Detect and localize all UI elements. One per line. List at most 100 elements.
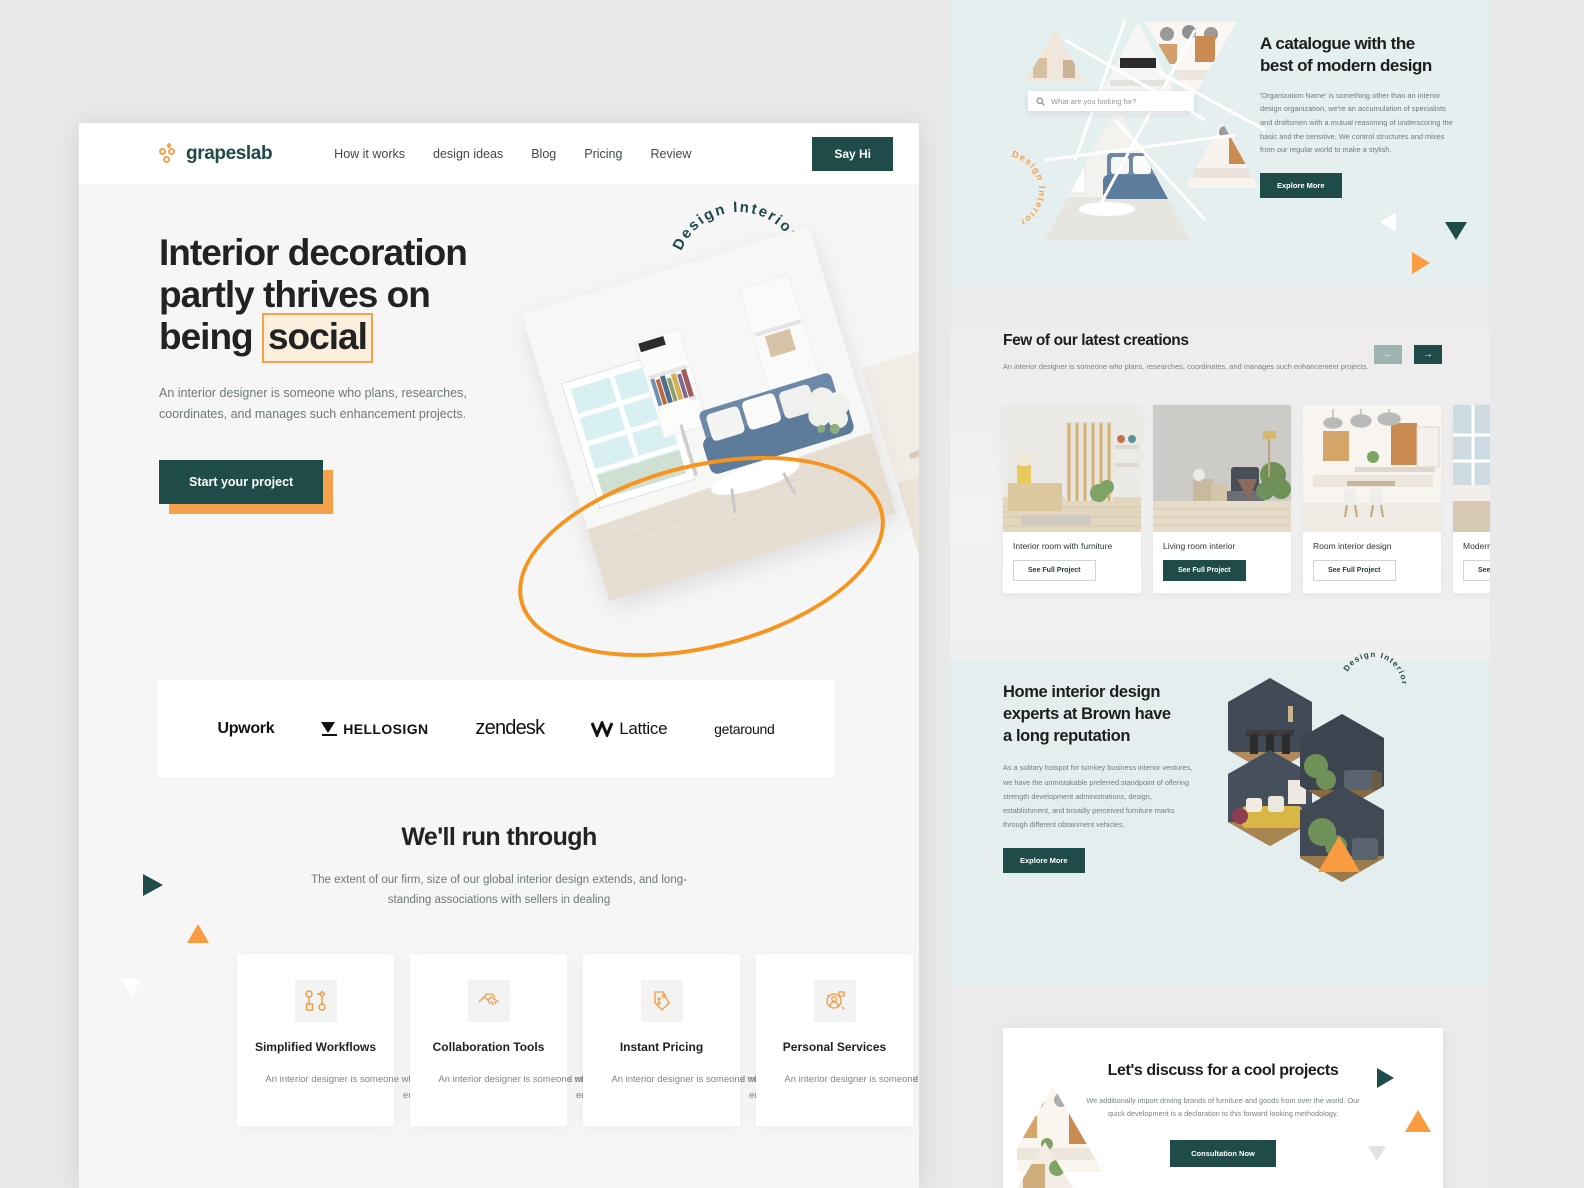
- project-body: Modern stylish room See Full Project: [1453, 532, 1490, 593]
- experts-heading-line2: experts at Brown have: [1003, 704, 1171, 723]
- triangle-down-grey-icon: [1368, 1146, 1386, 1161]
- say-hi-button[interactable]: Say Hi: [812, 136, 893, 171]
- price-tag-icon: [640, 980, 683, 1023]
- project-body: Living room interior See Full Project: [1153, 532, 1291, 593]
- navbar: grapeslab How it works design ideas Blog…: [79, 123, 919, 184]
- feature-card-title: Collaboration Tools: [432, 1040, 545, 1055]
- hero-cta-wrap: Start your project: [159, 460, 334, 515]
- brand-logo-zendesk: zendesk: [475, 717, 545, 740]
- feature-card[interactable]: Simplified Workflows An interior designe…: [237, 954, 637, 1126]
- hero-heading-highlight-box: social: [261, 313, 373, 363]
- screenshot-stage: grapeslab How it works design ideas Blog…: [0, 0, 1584, 1188]
- project-card[interactable]: Living room interior See Full Project: [1153, 405, 1291, 593]
- run-through-subtitle: The extent of our firm, size of our glob…: [311, 874, 687, 907]
- brand-logo-hellosign: HELLOSIGN: [321, 721, 428, 737]
- experts-hex-collage: [1218, 678, 1408, 882]
- see-full-project-button[interactable]: See Full Project: [1163, 560, 1250, 585]
- brand-logo-getaround: getaround: [714, 721, 775, 737]
- hero-paragraph: An interior designer is someone who plan…: [159, 385, 467, 422]
- catalogue-explore-more-button[interactable]: Explore More: [1260, 172, 1342, 198]
- hero-heading-line3-prefix: being: [159, 316, 262, 358]
- hex-photo-sofa: [1228, 750, 1312, 846]
- feature-card[interactable]: Instant Pricing An interior designer is …: [583, 954, 919, 1126]
- project-thumbnail: [1453, 405, 1490, 532]
- see-full-project-button[interactable]: See Full Project: [1013, 560, 1096, 581]
- support-agent-icon: [813, 980, 856, 1023]
- experts-section: Home interior design experts at Brown ha…: [950, 650, 1490, 988]
- creations-project-list: Interior room with furniture See Full Pr…: [1003, 405, 1490, 593]
- hero-section: Interior decoration partly thrives on be…: [79, 184, 919, 996]
- creations-header: Few of our latest creations An interior …: [1003, 332, 1369, 373]
- hero-heading-highlight: social: [267, 316, 368, 358]
- catalogue-search-bar[interactable]: What are you looking for?: [1028, 91, 1194, 111]
- project-thumbnail: [1003, 405, 1141, 532]
- brand-logo[interactable]: grapeslab: [159, 142, 273, 165]
- search-icon: [1036, 96, 1045, 106]
- project-card[interactable]: Room interior design See Full Project: [1303, 405, 1441, 593]
- workflow-icon: [294, 980, 337, 1023]
- nav-item-pricing[interactable]: Pricing: [584, 147, 622, 161]
- see-full-project-button[interactable]: See Full Project: [1313, 560, 1396, 581]
- experts-explore-more-button[interactable]: Explore More: [1003, 848, 1085, 874]
- creations-title: Few of our latest creations: [1003, 332, 1189, 349]
- project-card[interactable]: Interior room with furniture See Full Pr…: [1003, 405, 1141, 593]
- catalogue-heading-line2: best of modern design: [1260, 55, 1432, 75]
- discuss-collage-svg: [1003, 1086, 1103, 1188]
- handshake-icon: [467, 980, 510, 1023]
- feature-card[interactable]: Collaboration Tools An interior designer…: [410, 954, 810, 1126]
- catalogue-paragraph: 'Organization Name' is something other t…: [1260, 90, 1453, 155]
- brand-label-zendesk: zendesk: [475, 717, 545, 739]
- feature-card-title: Instant Pricing: [619, 1040, 704, 1055]
- project-body: Interior room with furniture See Full Pr…: [1003, 532, 1141, 593]
- project-title: Modern stylish room: [1463, 541, 1490, 551]
- nav-item-how-it-works[interactable]: How it works: [334, 147, 405, 161]
- creations-prev-button[interactable]: ←: [1374, 345, 1402, 364]
- feature-card-title: Personal Services: [782, 1040, 887, 1055]
- experts-paragraph: As a solitary hotspot for turnkey busine…: [1003, 763, 1193, 830]
- catalogue-search-placeholder: What are you looking for?: [1051, 96, 1137, 106]
- catalogue-ring-text: Design Interior: [1011, 149, 1047, 229]
- hellosign-mark-icon: [321, 721, 337, 736]
- grape-cluster-icon: [159, 142, 179, 165]
- feature-card-text: An interior designer is someone who plan…: [784, 1074, 919, 1086]
- brand-label-lattice: Lattice: [619, 718, 668, 738]
- brand-label-hellosign: HELLOSIGN: [343, 720, 429, 737]
- see-full-project-button[interactable]: See Full Project: [1463, 560, 1490, 581]
- creations-next-button[interactable]: →: [1414, 345, 1446, 368]
- creations-section: Few of our latest creations An interior …: [950, 288, 1490, 660]
- project-card[interactable]: Modern stylish room See Full Project: [1453, 405, 1490, 593]
- project-thumbnail: [1303, 405, 1441, 532]
- consultation-now-button[interactable]: Consultation Now: [1170, 1139, 1276, 1167]
- triangle-down-dark-icon: [1445, 222, 1467, 240]
- project-title: Room interior design: [1313, 541, 1392, 551]
- feature-cards: Simplified Workflows An interior designe…: [79, 954, 919, 1126]
- triangle-up-orange-icon: [1318, 836, 1360, 872]
- catalogue-section: What are you looking for? Design Interio…: [950, 0, 1490, 288]
- discuss-paragraph: We additionally import driving brands of…: [1086, 1096, 1360, 1119]
- nav-item-blog[interactable]: Blog: [531, 147, 556, 161]
- svg-text:Design Interior: Design Interior: [1011, 149, 1047, 229]
- brand-label-upwork: Upwork: [217, 719, 275, 737]
- desktop-landing-page: grapeslab How it works design ideas Blog…: [79, 123, 919, 1188]
- nav-item-design-ideas[interactable]: design ideas: [433, 147, 503, 161]
- feature-card-title: Simplified Workflows: [254, 1040, 377, 1055]
- start-your-project-button[interactable]: Start your project: [159, 460, 324, 505]
- hero-heading: Interior decoration partly thrives on be…: [159, 232, 559, 363]
- hero-artwork: Design Interior: [497, 194, 919, 734]
- run-through-title: We'll run through: [401, 823, 597, 851]
- brand-logo-lattice: Lattice: [591, 718, 668, 739]
- catalogue-heading-line1: A catalogue with the: [1260, 34, 1415, 53]
- experts-heading-line3: a long reputation: [1003, 726, 1131, 745]
- nav-item-review[interactable]: Review: [650, 147, 691, 161]
- brand-name: grapeslab: [186, 142, 273, 164]
- lattice-mark-icon: [591, 720, 614, 737]
- discuss-section: Let's discuss for a cool projects We add…: [950, 988, 1490, 1188]
- triangle-left-white-icon: [1380, 212, 1396, 232]
- project-body: Room interior design See Full Project: [1303, 532, 1441, 593]
- brand-logo-upwork: Upwork: [217, 720, 274, 738]
- feature-card[interactable]: Personal Services An interior designer i…: [756, 954, 919, 1126]
- triangle-right-dark-icon: [1377, 1068, 1394, 1088]
- project-title: Living room interior: [1163, 541, 1236, 551]
- run-through-section: We'll run through The extent of our firm…: [79, 823, 919, 1126]
- brand-logos-bar: Upwork HELLOSIGN zendesk Lattice getarou…: [158, 680, 834, 777]
